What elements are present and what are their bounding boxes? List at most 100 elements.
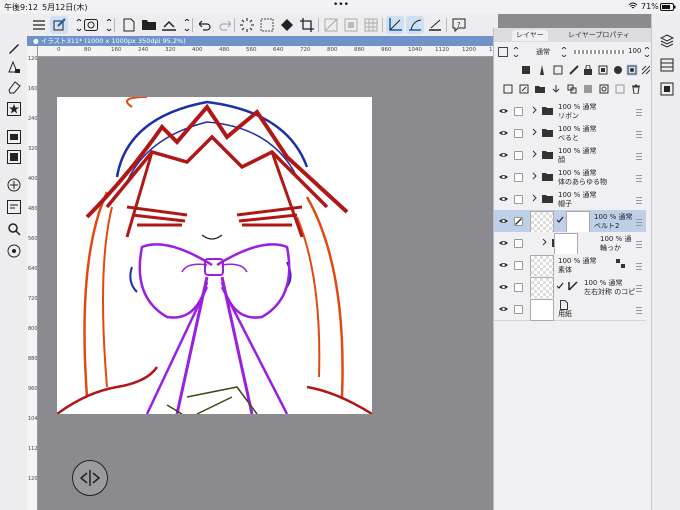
selection-invert-icon[interactable] (342, 16, 360, 34)
open-file-icon[interactable] (140, 16, 158, 34)
eye-icon[interactable] (499, 151, 508, 160)
reference-layer-icon[interactable] (520, 64, 532, 76)
layer-checkbox[interactable] (514, 195, 523, 204)
drag-handle-icon[interactable] (636, 263, 642, 270)
chevron-right-icon[interactable] (532, 172, 537, 182)
mask-icon[interactable] (612, 64, 624, 76)
layer-checkbox[interactable] (514, 305, 523, 314)
layer-checkbox[interactable] (514, 129, 523, 138)
eye-icon[interactable] (499, 283, 508, 292)
navigator-icon[interactable] (5, 198, 23, 216)
stack-icon[interactable] (658, 56, 676, 74)
layer-checkbox[interactable] (514, 151, 523, 160)
drag-handle-icon[interactable] (636, 219, 642, 226)
eye-icon[interactable] (499, 107, 508, 116)
new-folder-icon[interactable] (534, 83, 546, 95)
layer-checkbox[interactable] (514, 173, 523, 182)
drag-handle-icon[interactable] (636, 175, 642, 182)
opacity-slider[interactable] (574, 50, 624, 54)
mask-add-icon[interactable] (598, 83, 610, 95)
save-icon[interactable] (160, 16, 178, 34)
multitask-dots-icon[interactable]: ••• (333, 0, 349, 10)
drawing-canvas[interactable] (57, 97, 372, 414)
chevron-right-icon[interactable] (532, 150, 537, 160)
layer-row[interactable]: 100 % 通常 べると (494, 122, 646, 145)
mask-apply-icon[interactable] (614, 83, 626, 95)
settings-icon[interactable] (5, 242, 23, 260)
layers-panel-icon[interactable] (658, 32, 676, 50)
draft-layer-icon[interactable] (568, 64, 580, 76)
drag-handle-icon[interactable] (636, 131, 642, 138)
drag-handle-icon[interactable] (636, 307, 642, 314)
new-vector-layer-icon[interactable] (518, 83, 530, 95)
drag-handle-icon[interactable] (636, 109, 642, 116)
layer-row[interactable]: 100 % 通常顔 (494, 144, 646, 167)
layer-row[interactable]: 100 % 通常 リボン (494, 100, 646, 123)
eye-icon[interactable] (499, 217, 508, 226)
selection-off-icon[interactable] (322, 16, 340, 34)
loading-icon[interactable] (238, 16, 256, 34)
tab-layer-property[interactable]: レイヤープロパティ (564, 30, 634, 41)
snap-special-icon[interactable] (426, 16, 444, 34)
layer-row[interactable]: 100 % 通常 体のあらゆる物 (494, 166, 646, 189)
crop-icon[interactable] (298, 16, 316, 34)
lock-transparency-icon[interactable] (597, 64, 609, 76)
chevron-right-icon[interactable] (532, 194, 537, 204)
fill-icon[interactable] (278, 16, 296, 34)
combine-icon[interactable] (566, 83, 578, 95)
layer-color-icon[interactable] (497, 46, 509, 58)
redo-icon[interactable] (216, 16, 234, 34)
dropdown-chevron-icon[interactable] (100, 16, 118, 34)
help-icon[interactable]: ? (450, 16, 468, 34)
lock-icon[interactable] (582, 64, 594, 76)
eye-icon[interactable] (499, 239, 508, 248)
merge-icon[interactable] (582, 83, 594, 95)
search-icon[interactable] (5, 220, 23, 238)
drag-handle-icon[interactable] (636, 197, 642, 204)
eye-icon[interactable] (499, 261, 508, 270)
blend-mode-select[interactable]: 通常 (536, 47, 550, 57)
undo-icon[interactable] (196, 16, 214, 34)
eye-icon[interactable] (499, 305, 508, 314)
blend-chevron-icon[interactable] (510, 46, 522, 58)
layer-row[interactable]: 用紙 (494, 298, 646, 321)
chevron-right-icon[interactable] (532, 106, 537, 116)
drag-handle-icon[interactable] (636, 285, 642, 292)
layer-row[interactable]: 100 % 通常 左右対称 のコピー (494, 276, 646, 299)
layer-checkbox[interactable] (514, 107, 523, 116)
layer-row[interactable]: 100 % 通輪っか (494, 232, 646, 255)
grid-icon[interactable] (362, 16, 380, 34)
delete-layer-icon[interactable] (630, 83, 642, 95)
clip-icon[interactable] (552, 64, 564, 76)
document-tab[interactable]: ● イラスト311* (1000 x 1000px 350dpi 95.2%) (27, 36, 493, 46)
layer-checkbox[interactable] (514, 283, 523, 292)
transfer-down-icon[interactable] (550, 83, 562, 95)
color-icon[interactable] (5, 148, 23, 166)
transform-icon[interactable] (50, 16, 68, 34)
eye-icon[interactable] (499, 173, 508, 182)
layer-row[interactable]: 100 % 通常 素体 (494, 254, 646, 277)
pen-tool-icon[interactable] (5, 39, 23, 57)
drag-handle-icon[interactable] (636, 241, 642, 248)
opacity-value[interactable]: 100 (628, 47, 641, 55)
snap-ruler2-icon[interactable] (406, 16, 424, 34)
chevron-right-icon[interactable] (532, 128, 537, 138)
blend-chevron-icon[interactable] (558, 46, 570, 58)
new-raster-layer-icon[interactable] (502, 83, 514, 95)
layers-icon[interactable] (5, 128, 23, 146)
navigator-panel-icon[interactable] (658, 80, 676, 98)
eye-icon[interactable] (499, 129, 508, 138)
drag-handle-icon[interactable] (636, 153, 642, 160)
layer-row[interactable]: 100 % 通常 帽子 (494, 188, 646, 211)
flip-canvas-button[interactable] (72, 460, 108, 496)
clear-icon[interactable] (258, 16, 276, 34)
fill-tool-icon[interactable] (5, 58, 23, 76)
eraser-icon[interactable] (5, 78, 23, 96)
star-icon[interactable] (5, 100, 23, 118)
layer-checkbox[interactable] (514, 261, 523, 270)
view-icon[interactable] (82, 16, 100, 34)
menu-icon[interactable] (30, 16, 48, 34)
layer-color-toggle-icon[interactable] (626, 64, 638, 76)
snap-ruler-icon[interactable] (386, 16, 404, 34)
layer-row[interactable]: 100 % 通常 ベルト2 (494, 210, 646, 233)
